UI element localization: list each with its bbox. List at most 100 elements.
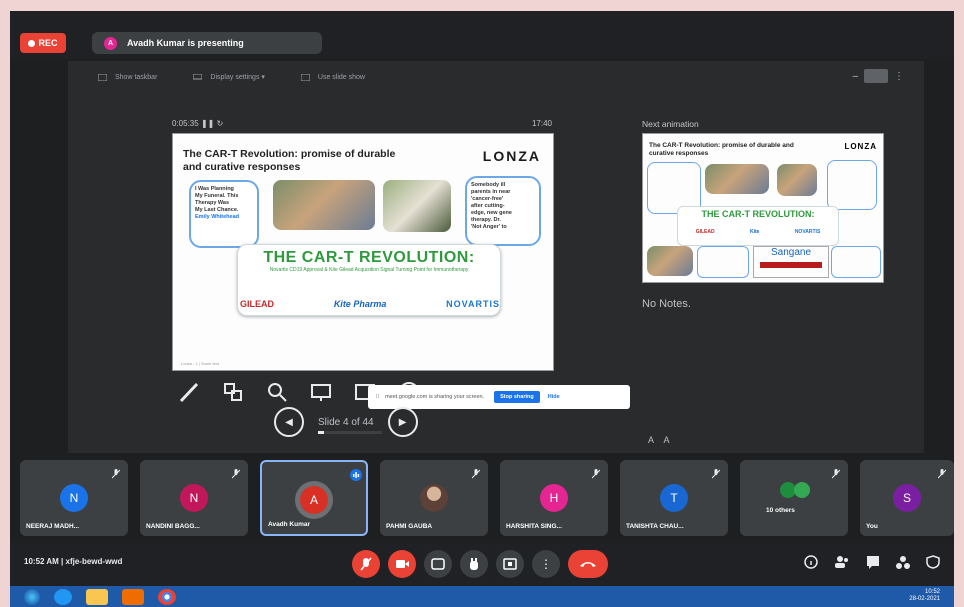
participant-tile[interactable]: PAHMI GAUBA — [380, 460, 488, 536]
meeting-details[interactable]: 10:52 AM | xfje-bewd-wwd — [24, 557, 122, 566]
internet-explorer-icon[interactable] — [54, 588, 72, 605]
participant-strip: N NEERAJ MADH... N NANDINI BAGG... A Avadh Ku… — [20, 460, 954, 538]
mic-muted-icon — [591, 466, 601, 479]
participant-tile[interactable]: N NANDINI BAGG... — [140, 460, 248, 536]
participant-avatar: N — [180, 484, 208, 512]
slide-progress-track — [318, 430, 382, 434]
media-player-icon[interactable] — [122, 588, 144, 605]
use-slide-show-label: Use slide show — [317, 73, 365, 81]
presenter-avatar: A — [104, 36, 117, 50]
slide-indicator: Slide 4 of 44 — [318, 417, 382, 434]
slide-navigation: ◀ Slide 4 of 44 ▶ — [274, 407, 418, 437]
participant-tile[interactable]: 10 others — [740, 460, 848, 536]
lonza-logo: LONZA — [482, 148, 541, 164]
quote-line: I Was Planning — [195, 186, 234, 192]
leave-call-button[interactable] — [568, 550, 608, 578]
start-button-icon[interactable] — [24, 588, 40, 605]
hang-up-icon — [580, 562, 596, 567]
mic-off-icon — [360, 557, 372, 571]
share-notice-text: meet.google.com is sharing your screen. — [385, 394, 485, 400]
timer-row: 0:05:35 ❚❚ ↻ 17:40 — [172, 119, 552, 128]
chrome-icon[interactable] — [158, 588, 176, 605]
quote-bubble-left: I Was Planning My Funeral. This Therapy … — [189, 180, 259, 248]
clock: 17:40 — [531, 119, 552, 128]
use-slide-show-button[interactable]: Use slide show — [300, 73, 365, 81]
participant-tile[interactable]: N NEERAJ MADH... — [20, 460, 128, 536]
gilead-logo: GILEAD — [240, 299, 275, 309]
pause-icon[interactable]: ❚❚ — [201, 119, 217, 128]
participant-name: NANDINI BAGG... — [146, 523, 200, 530]
camera-off-icon — [396, 560, 409, 568]
presenting-indicator[interactable]: A Avadh Kumar is presenting — [92, 32, 322, 54]
participant-tile[interactable]: A Avadh Kumar — [260, 460, 368, 536]
others-avatar — [794, 482, 810, 498]
more-icon[interactable]: ⋮ — [894, 71, 904, 82]
pen-icon — [179, 382, 199, 403]
next-animation-label: Next animation — [642, 119, 699, 129]
next-quote-bubble-bottom — [697, 246, 749, 278]
banner-subtitle: Novartis CD19 Approval & Kite Gilead Acq… — [269, 267, 469, 273]
screen-icon — [311, 384, 331, 401]
next-slide-preview[interactable]: The CAR-T Revolution: promise of durable… — [642, 133, 884, 283]
next-sangene-logo: Sangane — [770, 247, 812, 258]
captions-icon — [431, 558, 445, 570]
font-size-controls[interactable]: A A — [648, 435, 674, 445]
monitor-icon — [193, 73, 203, 79]
next-slide-logo: LONZA — [844, 142, 877, 151]
raise-hand-button[interactable] — [460, 550, 488, 578]
next-photo-2 — [777, 164, 817, 196]
next-banner-title: THE CAR-T REVOLUTION: — [701, 209, 815, 219]
mic-muted-icon — [111, 466, 121, 479]
participant-tile[interactable]: T TANISHTA CHAU... — [620, 460, 728, 536]
present-icon — [503, 558, 517, 570]
quote-line: My Funeral. This — [195, 193, 239, 199]
mic-muted-icon — [231, 466, 241, 479]
current-slide: The CAR-T Revolution: promise of durable… — [172, 133, 554, 371]
microphone-button[interactable] — [352, 550, 380, 578]
chat-icon[interactable] — [866, 555, 880, 569]
participant-tile[interactable]: S You — [860, 460, 954, 536]
novartis-logo: NOVARTIS — [446, 299, 500, 309]
participant-name: NEERAJ MADH... — [26, 523, 80, 530]
participant-name: PAHMI GAUBA — [386, 523, 433, 530]
timer-value: 0:05:35 — [172, 119, 199, 128]
captions-button[interactable] — [424, 550, 452, 578]
hand-icon — [470, 558, 478, 570]
quote-line: after cutting- — [471, 203, 505, 209]
slide-progress-fill — [318, 430, 324, 434]
stop-sharing-button[interactable]: Stop sharing — [494, 391, 540, 403]
file-explorer-icon[interactable] — [86, 588, 108, 605]
host-controls-icon[interactable] — [926, 555, 940, 569]
next-slide-button[interactable]: ▶ — [387, 407, 418, 437]
magnifier-icon — [268, 383, 287, 402]
hide-notice-button[interactable]: Hide — [548, 394, 560, 400]
participant-avatar: S — [893, 484, 921, 512]
next-photo-1 — [705, 164, 769, 194]
quote-line: My Last Chance. — [195, 207, 239, 213]
quote-line: edge, new gene — [471, 210, 512, 216]
slide-sorter-button[interactable] — [220, 379, 246, 405]
elapsed-timer: 0:05:35 ❚❚ ↻ — [172, 119, 223, 128]
info-icon[interactable] — [804, 555, 818, 569]
show-taskbar-button[interactable]: Show taskbar — [98, 73, 157, 81]
presenter-view: Show taskbar Display settings ▾ Use slid… — [68, 61, 924, 453]
minimize-icon[interactable]: – — [852, 71, 858, 82]
zoom-button[interactable] — [264, 379, 290, 405]
present-now-button[interactable] — [496, 550, 524, 578]
restore-icon[interactable] — [864, 69, 888, 83]
recording-badge: REC — [20, 33, 66, 53]
previous-slide-button[interactable]: ◀ — [274, 407, 304, 437]
reset-icon[interactable]: ↻ — [217, 119, 224, 128]
more-options-button[interactable]: ⋮ — [532, 550, 560, 578]
slide-footer: Lonza - 1 | Some text — [181, 361, 219, 366]
chevron-right-icon: ▶ — [398, 416, 407, 428]
activities-icon[interactable] — [896, 555, 910, 569]
people-icon[interactable] — [834, 555, 850, 569]
display-settings-label: Display settings ▾ — [210, 74, 265, 81]
display-settings-button[interactable]: Display settings ▾ — [193, 73, 265, 81]
slideshow-icon — [300, 73, 310, 81]
pen-tool-button[interactable] — [176, 379, 202, 405]
participant-tile[interactable]: H HARSHITA SING... — [500, 460, 608, 536]
camera-button[interactable] — [388, 550, 416, 578]
black-screen-button[interactable] — [308, 379, 334, 405]
